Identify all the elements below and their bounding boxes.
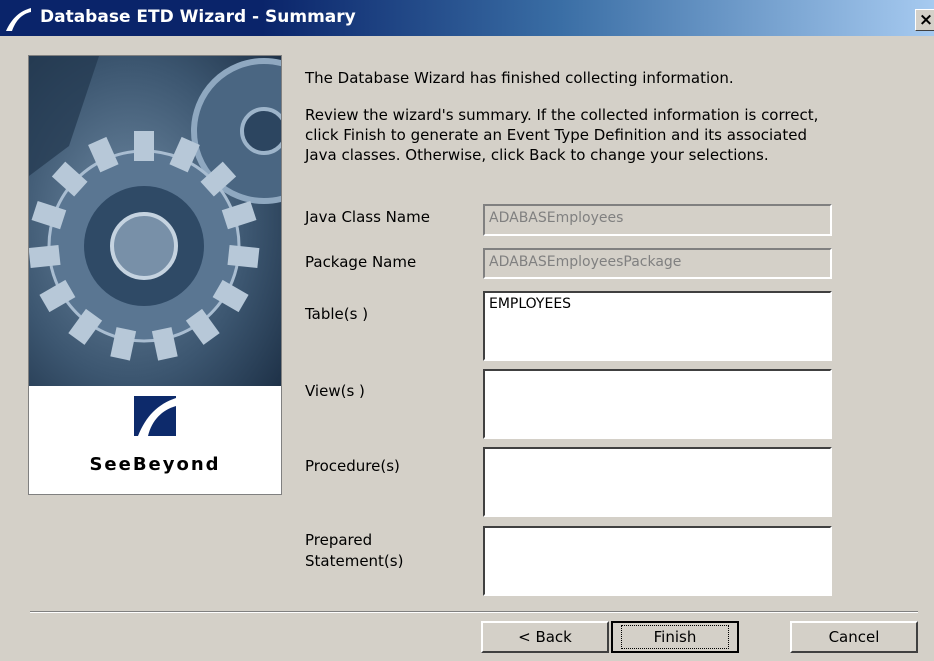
finish-label: Finish — [620, 625, 730, 649]
views-list[interactable] — [483, 369, 832, 439]
gears-image — [29, 56, 281, 386]
separator — [30, 612, 918, 613]
java-class-name-field: ADABASEmployees — [483, 204, 832, 236]
package-name-field: ADABASEmployeesPackage — [483, 248, 832, 279]
prepared-statements-list[interactable] — [483, 526, 832, 596]
title-bar: Database ETD Wizard - Summary × — [0, 0, 934, 36]
window-title: Database ETD Wizard - Summary — [40, 7, 356, 27]
prepared-statements-label: Prepared Statement(s) — [305, 531, 404, 570]
brand-name: SeeBeyond — [89, 454, 221, 475]
wizard-side-panel: SeeBeyond — [28, 55, 282, 495]
procedures-label: Procedure(s) — [305, 457, 400, 475]
close-button[interactable]: × — [915, 9, 934, 31]
finish-button[interactable]: Finish — [611, 621, 739, 653]
cancel-button[interactable]: Cancel — [790, 621, 918, 653]
views-label: View(s ) — [305, 382, 365, 400]
java-class-name-label: Java Class Name — [305, 208, 430, 226]
seebeyond-logo-icon — [134, 396, 176, 436]
procedures-list[interactable] — [483, 447, 832, 517]
back-button[interactable]: < Back — [481, 621, 609, 653]
tables-list[interactable]: EMPLOYEES — [483, 291, 832, 361]
seebeyond-logo-icon — [6, 8, 31, 31]
package-name-label: Package Name — [305, 253, 417, 271]
intro-text: The Database Wizard has finished collect… — [305, 69, 734, 87]
instructions-text: Review the wizard's summary. If the coll… — [305, 106, 819, 164]
tables-label: Table(s ) — [305, 305, 369, 323]
